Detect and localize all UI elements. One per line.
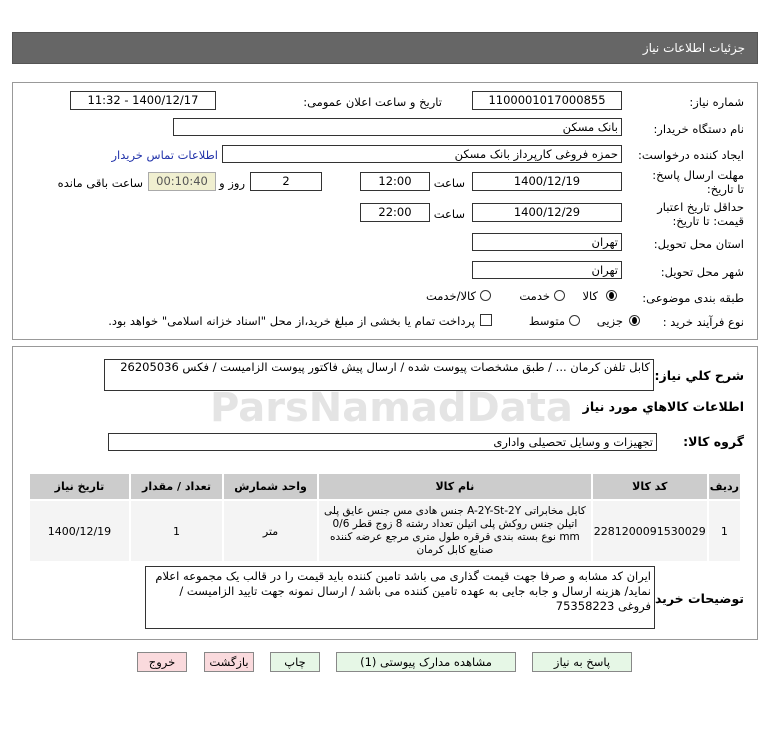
- col-qty: تعداد / مقدار: [128, 472, 225, 501]
- col-unit: واحد شمارش: [222, 472, 319, 501]
- creator-label: ایجاد کننده درخواست:: [638, 148, 744, 162]
- remaining-time-field: 00:10:40: [148, 172, 216, 191]
- validity-label: حداقل تاریخ اعتبار قیمت: تا تاریخ:: [657, 200, 744, 228]
- process-label: نوع فرآیند خرید :: [662, 315, 744, 329]
- days-label: روز و: [219, 176, 245, 190]
- category-label: طبقه بندی موضوعی:: [642, 291, 744, 305]
- items-title: اطلاعات کالاهاي مورد نياز: [582, 399, 744, 414]
- process-medium-radio[interactable]: [569, 315, 580, 326]
- category-service-label: خدمت: [519, 289, 550, 303]
- treasury-payment-note: پرداخت تمام یا بخشی از مبلغ خرید،از محل …: [108, 314, 475, 328]
- summary-label: شرح کلي نياز:: [654, 368, 744, 383]
- col-code: کد کالا: [590, 472, 709, 501]
- process-medium-label: متوسط: [528, 314, 565, 328]
- process-partial-label: جزیی: [596, 314, 623, 328]
- col-row: ردیف: [706, 472, 743, 501]
- treasury-payment-checkbox[interactable]: [480, 314, 492, 326]
- process-partial-radio[interactable]: [629, 315, 640, 326]
- view-attachments-button[interactable]: مشاهده مدارک پیوستی (1): [336, 652, 516, 672]
- deadline-label: مهلت ارسال پاسخ: تا تاریخ:: [652, 168, 744, 196]
- announce-field: 1400/12/17 - 11:32: [70, 91, 216, 110]
- buyer-contact-link[interactable]: اطلاعات تماس خریدار: [111, 148, 218, 162]
- back-button[interactable]: بازگشت: [204, 652, 254, 672]
- city-label: شهر محل تحویل:: [660, 265, 744, 279]
- page-header: جزئیات اطلاعات نیاز: [12, 32, 758, 64]
- watermark: ParsNamadData: [210, 385, 573, 431]
- cell-row: 1: [706, 499, 743, 563]
- announce-label: تاریخ و ساعت اعلان عمومی:: [303, 95, 442, 109]
- days-field: 2: [250, 172, 322, 191]
- print-button[interactable]: چاپ: [270, 652, 320, 672]
- cell-date: 1400/12/19: [28, 499, 131, 563]
- buyer-field: بانک مسکن: [173, 118, 622, 136]
- col-date: تاریخ نیاز: [28, 472, 131, 501]
- table-header-row: ردیف کد کالا نام کالا واحد شمارش تعداد /…: [28, 472, 743, 501]
- deadline-time-field: 12:00: [360, 172, 430, 191]
- need-number-label: شماره نیاز:: [689, 95, 744, 109]
- category-goods-service-label: کالا/خدمت: [425, 289, 476, 303]
- city-field: تهران: [472, 261, 622, 279]
- reply-button[interactable]: پاسخ به نیاز: [532, 652, 632, 672]
- cell-qty: 1: [128, 499, 225, 563]
- remaining-label: ساعت باقی مانده: [57, 176, 143, 190]
- province-label: استان محل تحویل:: [653, 237, 744, 251]
- table-row: 1 2281200091530029 کابل مخابراتی A-2Y-St…: [28, 499, 743, 563]
- category-service-radio[interactable]: [554, 290, 565, 301]
- deadline-time-label: ساعت: [433, 176, 465, 190]
- exit-button[interactable]: خروج: [137, 652, 187, 672]
- page-title: جزئیات اطلاعات نیاز: [642, 41, 745, 55]
- summary-field: کابل تلفن کرمان ... / طبق مشخصات پیوست ش…: [104, 359, 654, 391]
- validity-date-field: 1400/12/29: [472, 203, 622, 222]
- col-name: نام کالا: [316, 472, 593, 501]
- creator-field: حمزه فروغی کارپرداز بانک مسکن: [222, 145, 622, 163]
- validity-time-field: 22:00: [360, 203, 430, 222]
- cell-code: 2281200091530029: [590, 499, 709, 563]
- cell-name: کابل مخابراتی A-2Y-St-2Y جنس هادی مس جنس…: [316, 499, 593, 563]
- need-number-field: 1100001017000855: [472, 91, 622, 110]
- category-goods-service-radio[interactable]: [480, 290, 491, 301]
- cell-unit: متر: [222, 499, 319, 563]
- category-goods-radio[interactable]: [606, 290, 617, 301]
- items-table: ردیف کد کالا نام کالا واحد شمارش تعداد /…: [28, 472, 743, 563]
- notes-field: ایران کد مشابه و صرفا جهت قیمت گذاری می …: [145, 566, 655, 629]
- deadline-date-field: 1400/12/19: [472, 172, 622, 191]
- category-goods-label: کالا: [582, 289, 598, 303]
- validity-time-label: ساعت: [433, 207, 465, 221]
- province-field: تهران: [472, 233, 622, 251]
- group-label: گروه کالا:: [683, 434, 744, 449]
- group-field: تجهیزات و وسایل تحصیلی واداری: [108, 433, 657, 451]
- buyer-label: نام دستگاه خریدار:: [653, 122, 744, 136]
